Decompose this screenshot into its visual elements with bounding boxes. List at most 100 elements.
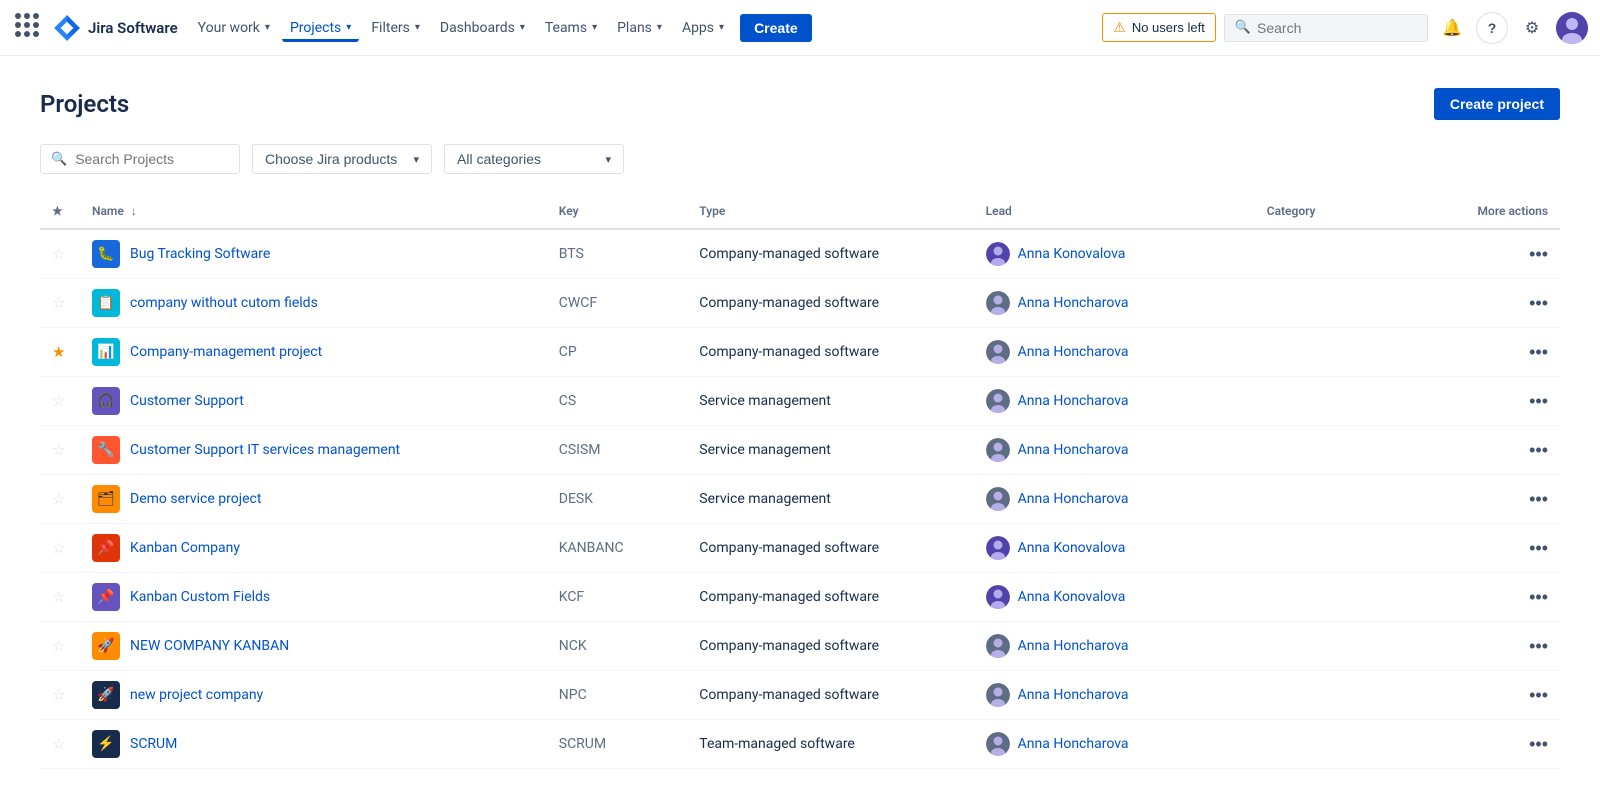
global-search-box[interactable]: 🔍: [1224, 14, 1428, 42]
star-button[interactable]: ☆: [52, 686, 65, 704]
more-actions-button[interactable]: •••: [1529, 587, 1548, 608]
type-cell: Team-managed software: [687, 720, 973, 769]
key-cell: CWCF: [547, 279, 688, 328]
star-button[interactable]: ☆: [52, 588, 65, 606]
user-avatar[interactable]: [1556, 12, 1588, 44]
nav-apps[interactable]: Apps ▾: [674, 14, 732, 42]
search-projects-input[interactable]: [75, 151, 215, 167]
lead-name-link[interactable]: Anna Konovalova: [1018, 589, 1126, 605]
notifications-button[interactable]: 🔔: [1436, 12, 1468, 44]
star-button[interactable]: ☆: [52, 735, 65, 753]
star-button[interactable]: ☆: [52, 539, 65, 557]
project-name-link[interactable]: NEW COMPANY KANBAN: [130, 638, 289, 654]
help-icon: ?: [1488, 20, 1497, 36]
project-icon: 🗂: [92, 485, 120, 513]
type-cell: Company-managed software: [687, 229, 973, 279]
type-cell: Company-managed software: [687, 573, 973, 622]
lead-name-link[interactable]: Anna Honcharova: [1018, 295, 1129, 311]
chevron-down-icon: ▾: [346, 22, 351, 33]
key-cell: DESK: [547, 475, 688, 524]
bell-icon: 🔔: [1442, 18, 1462, 38]
more-actions-button[interactable]: •••: [1529, 489, 1548, 510]
lead-name-link[interactable]: Anna Konovalova: [1018, 246, 1126, 262]
all-categories-dropdown[interactable]: All categories ▾: [444, 144, 624, 174]
project-name-link[interactable]: Kanban Custom Fields: [130, 589, 270, 605]
more-actions-button[interactable]: •••: [1529, 293, 1548, 314]
project-name-link[interactable]: SCRUM: [130, 736, 177, 752]
project-name-link[interactable]: Bug Tracking Software: [130, 246, 270, 262]
lead-cell: Anna Honcharova: [974, 279, 1255, 328]
star-cell: ☆: [40, 229, 80, 279]
type-cell: Company-managed software: [687, 671, 973, 720]
more-actions-button[interactable]: •••: [1529, 391, 1548, 412]
lead-name-link[interactable]: Anna Honcharova: [1018, 491, 1129, 507]
lead-cell: Anna Honcharova: [974, 377, 1255, 426]
create-button[interactable]: Create: [740, 14, 812, 42]
lead-cell: Anna Honcharova: [974, 475, 1255, 524]
waffle-icon[interactable]: [12, 10, 42, 45]
star-cell: ☆: [40, 622, 80, 671]
project-name-link[interactable]: company without cutom fields: [130, 295, 318, 311]
more-actions-button[interactable]: •••: [1529, 538, 1548, 559]
table-row: ★ 📊 Company-management project CP Compan…: [40, 328, 1560, 377]
more-actions-button[interactable]: •••: [1529, 685, 1548, 706]
project-name-link[interactable]: Customer Support IT services management: [130, 442, 400, 458]
key-cell: NPC: [547, 671, 688, 720]
lead-name-link[interactable]: Anna Honcharova: [1018, 736, 1129, 752]
name-cell: 🎧 Customer Support: [80, 377, 547, 426]
help-button[interactable]: ?: [1476, 12, 1508, 44]
col-header-lead: Lead: [974, 194, 1255, 229]
star-button[interactable]: ☆: [52, 294, 65, 312]
no-users-button[interactable]: ⚠ No users left: [1102, 13, 1216, 42]
lead-name-link[interactable]: Anna Konovalova: [1018, 540, 1126, 556]
nav-dashboards[interactable]: Dashboards ▾: [432, 14, 533, 42]
star-cell: ☆: [40, 426, 80, 475]
nav-projects[interactable]: Projects ▾: [282, 14, 359, 42]
lead-name-link[interactable]: Anna Honcharova: [1018, 344, 1129, 360]
category-cell: [1255, 622, 1466, 671]
app-logo[interactable]: Jira Software: [12, 10, 178, 45]
settings-button[interactable]: ⚙: [1516, 12, 1548, 44]
nav-filters[interactable]: Filters ▾: [363, 14, 428, 42]
nav-plans[interactable]: Plans ▾: [609, 14, 670, 42]
star-button[interactable]: ★: [52, 343, 65, 361]
lead-name-link[interactable]: Anna Honcharova: [1018, 638, 1129, 654]
project-name-link[interactable]: Kanban Company: [130, 540, 240, 556]
lead-avatar: [986, 585, 1010, 609]
lead-name-link[interactable]: Anna Honcharova: [1018, 687, 1129, 703]
nav-your-work[interactable]: Your work ▾: [190, 14, 278, 42]
lead-name-link[interactable]: Anna Honcharova: [1018, 393, 1129, 409]
star-button[interactable]: ☆: [52, 441, 65, 459]
lead-cell: Anna Honcharova: [974, 622, 1255, 671]
col-header-name[interactable]: Name ↓: [80, 194, 547, 229]
col-header-category: Category: [1255, 194, 1466, 229]
project-name-link[interactable]: Customer Support: [130, 393, 244, 409]
jira-logo-icon: [52, 13, 82, 43]
projects-list: ☆ 🐛 Bug Tracking Software BTS Company-ma…: [40, 229, 1560, 769]
project-name-link[interactable]: Company-management project: [130, 344, 322, 360]
lead-name-link[interactable]: Anna Honcharova: [1018, 442, 1129, 458]
search-projects-box[interactable]: 🔍: [40, 144, 240, 174]
lead-avatar: [986, 389, 1010, 413]
global-search-input[interactable]: [1257, 20, 1417, 36]
more-actions-button[interactable]: •••: [1529, 342, 1548, 363]
more-actions-button[interactable]: •••: [1529, 440, 1548, 461]
more-actions-button[interactable]: •••: [1529, 636, 1548, 657]
more-actions-button[interactable]: •••: [1529, 244, 1548, 265]
star-button[interactable]: ☆: [52, 392, 65, 410]
star-button[interactable]: ☆: [52, 637, 65, 655]
more-actions-button[interactable]: •••: [1529, 734, 1548, 755]
project-name-link[interactable]: new project company: [130, 687, 263, 703]
more-actions-cell: •••: [1466, 279, 1560, 328]
create-project-button[interactable]: Create project: [1434, 88, 1560, 120]
choose-products-dropdown[interactable]: Choose Jira products ▾: [252, 144, 432, 174]
table-row: ☆ 🚀 NEW COMPANY KANBAN NCK Company-manag…: [40, 622, 1560, 671]
nav-teams[interactable]: Teams ▾: [537, 14, 605, 42]
project-icon: 🐛: [92, 240, 120, 268]
more-actions-cell: •••: [1466, 475, 1560, 524]
star-button[interactable]: ☆: [52, 245, 65, 263]
more-actions-cell: •••: [1466, 524, 1560, 573]
star-icon: ★: [52, 204, 63, 218]
project-name-link[interactable]: Demo service project: [130, 491, 261, 507]
star-button[interactable]: ☆: [52, 490, 65, 508]
